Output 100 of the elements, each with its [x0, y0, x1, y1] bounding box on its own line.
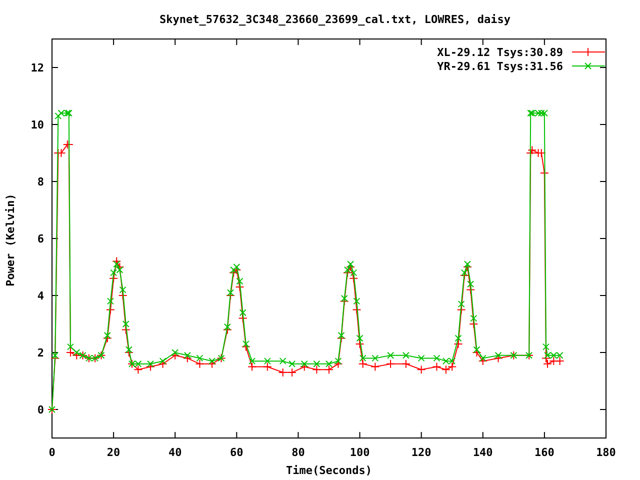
cross-marker [454, 334, 462, 342]
plus-marker [466, 285, 476, 294]
cross-marker [470, 314, 478, 322]
plus-marker [349, 274, 358, 283]
cross-marker [433, 354, 440, 362]
cross-marker [418, 354, 425, 362]
plus-marker [469, 320, 478, 328]
cross-marker [224, 323, 231, 330]
cross-marker [119, 286, 126, 294]
cross-marker [402, 352, 410, 359]
legend-label: YR-29.61 Tsys:31.56 [437, 60, 563, 73]
cross-marker [52, 352, 59, 359]
plus-marker [540, 168, 549, 178]
tick-label: 80 [292, 446, 305, 459]
cross-marker [184, 352, 191, 359]
plus-marker [262, 362, 272, 372]
plus-marker [109, 274, 118, 283]
legend-swatch [572, 48, 606, 56]
cross-marker [125, 346, 132, 354]
plus-marker [112, 256, 122, 266]
cross-marker [458, 300, 465, 308]
cross-marker [340, 294, 348, 302]
plus-marker [182, 354, 192, 363]
tick-label: 40 [168, 446, 182, 459]
plus-marker [102, 334, 112, 343]
plus-marker [158, 359, 168, 368]
cross-marker [288, 360, 296, 368]
plus-marker [208, 359, 217, 368]
cross-marker [353, 298, 360, 305]
plus-marker [241, 342, 250, 352]
plus-marker [300, 362, 309, 372]
plus-marker [336, 334, 346, 343]
plus-marker [195, 359, 204, 368]
plus-marker [536, 148, 546, 158]
cross-marker [242, 340, 250, 348]
plus-marker [324, 365, 334, 374]
plus-marker [134, 365, 143, 374]
x-axis-label: Time(Seconds) [286, 464, 372, 477]
cross-marker [147, 360, 154, 368]
cross-marker [300, 360, 308, 368]
plus-marker [352, 305, 362, 314]
plus-marker [222, 325, 232, 334]
tick-label: 180 [596, 446, 616, 459]
tick-label: 60 [230, 446, 244, 459]
cross-marker [122, 320, 130, 328]
tick-label: 160 [534, 446, 554, 459]
chart-title: Skynet_57632_3C348_23660_23699_cal.txt, LOWRES, daisy [160, 13, 510, 26]
cross-marker [326, 360, 332, 368]
tick-label: 8 [37, 176, 44, 188]
plus-marker [346, 262, 356, 272]
plus-marker [432, 362, 442, 372]
plus-marker [494, 354, 503, 363]
plus-marker [278, 368, 288, 377]
y-axis-label: Power (Kelvin) [4, 194, 17, 286]
plus-marker [386, 359, 396, 368]
cross-marker [159, 358, 166, 365]
cross-marker [334, 358, 342, 365]
plus-marker [288, 368, 297, 377]
plus-marker [358, 359, 368, 368]
plus-marker [460, 271, 469, 280]
tick-label: 2 [37, 346, 44, 360]
plus-marker [478, 356, 488, 366]
cross-marker [196, 354, 204, 362]
plus-marker [416, 365, 426, 374]
tick-label: 100 [350, 446, 370, 459]
cross-marker [104, 332, 111, 339]
plus-marker [555, 356, 564, 366]
cross-marker [106, 298, 114, 305]
legend-label: XL-29.12 Tsys:30.89 [437, 46, 563, 59]
plus-marker [441, 365, 450, 374]
plus-marker [312, 365, 322, 374]
tick-label: 140 [472, 446, 493, 459]
cross-marker [172, 349, 179, 356]
tick-label: 120 [411, 446, 432, 459]
cross-marker [313, 360, 320, 368]
plus-marker [106, 305, 115, 314]
plus-marker [66, 348, 75, 357]
tick-label: 20 [106, 446, 120, 459]
plus-marker [229, 268, 238, 278]
tick-label: 12 [30, 62, 44, 74]
cross-marker [359, 354, 366, 362]
plus-marker [549, 356, 558, 366]
plus-marker [456, 305, 466, 314]
plus-marker [235, 282, 244, 292]
plus-marker [248, 362, 257, 372]
plus-marker [146, 362, 155, 372]
plus-marker [541, 354, 550, 363]
tick-label: 4 [37, 290, 44, 302]
plus-marker [115, 262, 124, 272]
tick-label: 6 [37, 232, 44, 246]
plus-marker [56, 148, 66, 158]
plus-marker [370, 362, 380, 372]
cross-marker [494, 352, 502, 359]
cross-marker [387, 352, 394, 359]
cross-marker [467, 280, 474, 288]
cross-marker [338, 332, 345, 339]
tick-label: 10 [30, 118, 44, 132]
legend-swatch [572, 62, 606, 70]
plus-marker [472, 348, 482, 357]
cross-marker [239, 309, 246, 316]
